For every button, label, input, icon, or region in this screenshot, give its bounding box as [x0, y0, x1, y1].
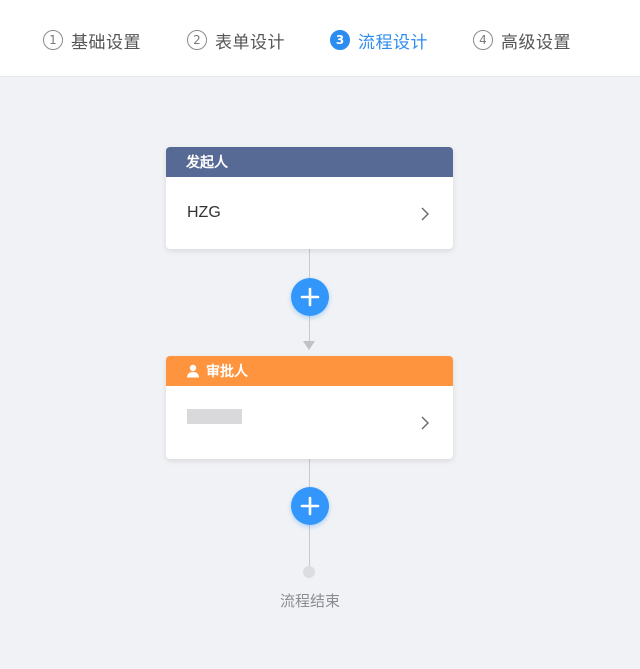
step-number: 3 [330, 30, 350, 50]
add-node-button[interactable] [291, 278, 329, 316]
step-label: 表单设计 [215, 32, 285, 53]
plus-icon [300, 496, 320, 516]
approver-node[interactable]: 审批人 [166, 356, 453, 459]
initiator-node-body: HZG [166, 177, 453, 249]
step-basic-settings[interactable]: 1 基础设置 [43, 29, 141, 53]
approver-node-title: 审批人 [206, 364, 248, 380]
approver-value-redacted [187, 409, 242, 424]
step-number: 4 [473, 30, 493, 50]
initiator-node-header: 发起人 [166, 147, 453, 177]
add-node-button[interactable] [291, 487, 329, 525]
step-form-design[interactable]: 2 表单设计 [187, 29, 285, 53]
approver-node-header: 审批人 [166, 356, 453, 386]
flow-end-dot [303, 566, 315, 578]
initiator-node-title: 发起人 [186, 155, 228, 171]
initiator-node[interactable]: 发起人 HZG [166, 147, 453, 249]
approver-node-body [166, 386, 453, 458]
step-label: 流程设计 [358, 32, 428, 53]
initiator-value: HZG [187, 204, 221, 221]
user-icon [187, 364, 199, 378]
step-label: 基础设置 [71, 32, 141, 53]
arrow-down-icon [303, 341, 315, 350]
chevron-right-icon [421, 416, 429, 430]
chevron-right-icon [421, 207, 429, 221]
step-advanced-settings[interactable]: 4 高级设置 [473, 29, 571, 53]
step-process-design[interactable]: 3 流程设计 [330, 29, 428, 53]
plus-icon [300, 287, 320, 307]
flow-end-label: 流程结束 [279, 592, 340, 610]
step-label: 高级设置 [501, 32, 571, 53]
steps-bar: 1 基础设置 2 表单设计 3 流程设计 4 高级设置 [0, 0, 640, 77]
step-number: 1 [43, 30, 63, 50]
step-number: 2 [187, 30, 207, 50]
